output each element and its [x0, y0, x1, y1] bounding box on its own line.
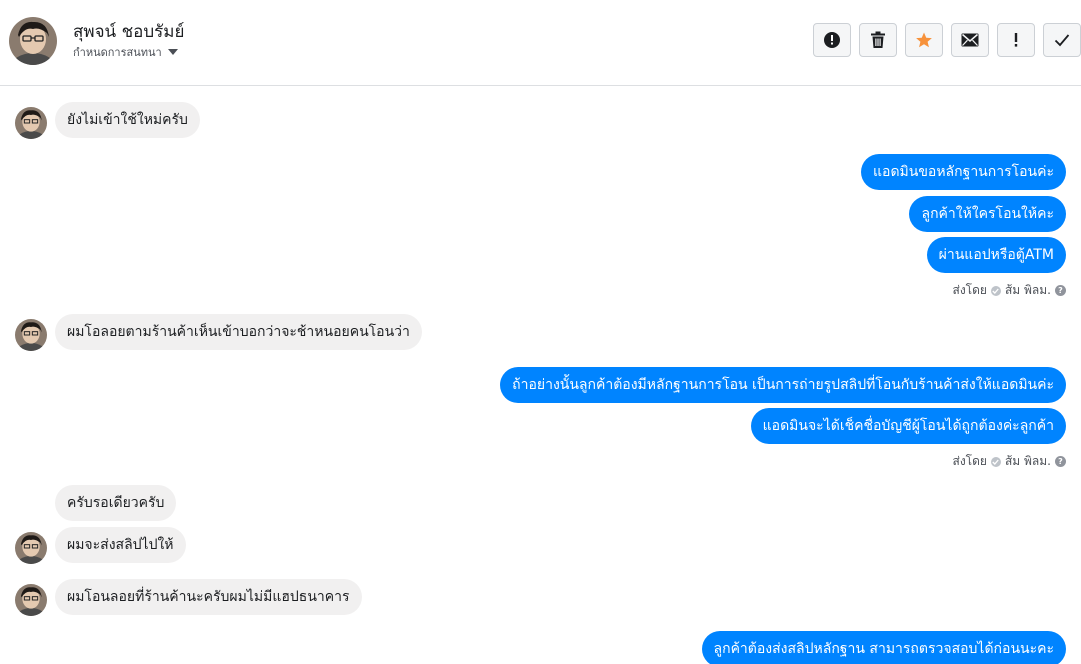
- help-icon[interactable]: ?: [1055, 285, 1066, 296]
- incoming-message[interactable]: ยังไม่เข้าใช้ใหม่ครับ: [55, 102, 200, 138]
- check-icon: [1054, 34, 1070, 47]
- caret-down-icon: [167, 49, 178, 55]
- delete-button[interactable]: [859, 23, 897, 57]
- mark-unread-button[interactable]: [951, 23, 989, 57]
- incoming-message[interactable]: ผมจะส่งสลิปไปให้: [55, 527, 186, 563]
- incoming-message[interactable]: ครับรอเดียวครับ: [55, 485, 177, 521]
- outgoing-message[interactable]: ลูกค้าให้ใครโอนให้คะ: [909, 196, 1066, 232]
- contact-avatar[interactable]: [9, 17, 57, 65]
- outgoing-message[interactable]: แอดมินจะได้เช็คชื่อบัญชีผู้โอนได้ถูกต้อง…: [750, 408, 1066, 444]
- sent-by-label: ส่งโดย: [952, 454, 987, 468]
- trash-icon: [871, 31, 885, 48]
- assign-label: กำหนดการสนทนา: [73, 46, 162, 59]
- incoming-message[interactable]: ผมโอนลอยที่ร้านค้านะครับผมไม่มีแฮปธนาคาร: [55, 579, 362, 615]
- outgoing-message[interactable]: ลูกค้าต้องส่งสลิปหลักฐาน สามารถตรวจสอบได…: [701, 631, 1066, 664]
- sender-name: ส้ม พิลม.: [1004, 454, 1051, 468]
- outgoing-message[interactable]: แอดมินขอหลักฐานการโอนค่ะ: [861, 154, 1066, 190]
- outgoing-message[interactable]: ผ่านแอปหรือตู้ATM: [926, 237, 1066, 273]
- assign-conversation-dropdown[interactable]: กำหนดการสนทนา: [73, 43, 178, 61]
- outgoing-message[interactable]: ถ้าอย่างนั้นลูกค้าต้องมีหลักฐานการโอน เป…: [500, 367, 1066, 403]
- conversation-header: สุพจน์ ชอบรัมย์ กำหนดการสนทนา: [0, 0, 1081, 86]
- exclamation-icon: [1014, 33, 1018, 47]
- check-circle-icon: [990, 456, 1001, 467]
- sent-by-status: ส่งโดย ส้ม พิลม. ?: [952, 281, 1066, 300]
- follow-up-button[interactable]: [997, 23, 1035, 57]
- envelope-icon: [961, 33, 979, 47]
- sent-by-status: ส่งโดย ส้ม พิลม. ?: [952, 452, 1066, 471]
- contact-avatar-small[interactable]: [15, 319, 47, 351]
- incoming-message[interactable]: ผมโอลอยตามร้านค้าเห็นเข้าบอกว่าจะช้าหนอย…: [55, 314, 422, 350]
- contact-avatar-small[interactable]: [15, 584, 47, 616]
- sender-name: ส้ม พิลม.: [1004, 283, 1051, 297]
- contact-avatar-small[interactable]: [15, 532, 47, 564]
- sent-by-label: ส่งโดย: [952, 283, 987, 297]
- star-button[interactable]: [905, 23, 943, 57]
- message-thread: ยังไม่เข้าใช้ใหม่ครับ แอดมินขอหลักฐานการ…: [0, 86, 1081, 664]
- help-icon[interactable]: ?: [1055, 456, 1066, 467]
- alert-circle-icon: [824, 32, 840, 48]
- mark-spam-button[interactable]: [813, 23, 851, 57]
- contact-avatar-small[interactable]: [15, 107, 47, 139]
- conversation-toolbar: [813, 23, 1081, 57]
- check-circle-icon: [990, 285, 1001, 296]
- star-icon: [916, 32, 932, 48]
- contact-name: สุพจน์ ชอบรัมย์: [73, 22, 185, 42]
- mark-done-button[interactable]: [1043, 23, 1081, 57]
